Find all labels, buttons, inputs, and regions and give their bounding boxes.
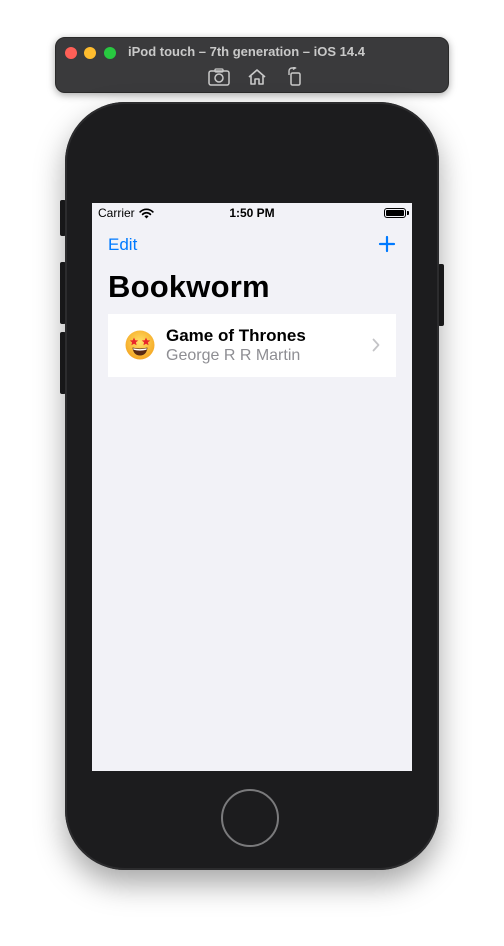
edit-button[interactable]: Edit <box>108 235 137 255</box>
book-title: Game of Thrones <box>166 326 306 345</box>
list-item[interactable]: Game of Thrones George R R Martin <box>108 314 396 377</box>
screenshot-icon[interactable] <box>208 66 230 88</box>
simulator-titlebar: iPod touch – 7th generation – iOS 14.4 <box>55 37 449 93</box>
simulator-title: iPod touch – 7th generation – iOS 14.4 <box>128 44 365 59</box>
home-button[interactable] <box>221 789 279 847</box>
book-list: Game of Thrones George R R Martin <box>108 314 396 377</box>
rotate-icon[interactable] <box>284 66 306 88</box>
device-screen: Carrier 1:50 PM Edit Bookworm Game of Th… <box>92 203 412 771</box>
home-icon[interactable] <box>246 66 268 88</box>
plus-icon[interactable] <box>378 235 396 253</box>
battery-icon <box>384 208 406 218</box>
star-struck-emoji <box>125 330 155 360</box>
stage: iPod touch – 7th generation – iOS 14.4 C… <box>0 0 504 946</box>
status-time: 1:50 PM <box>229 206 275 220</box>
book-author: George R R Martin <box>166 347 301 364</box>
page-title: Bookworm <box>108 269 270 304</box>
chevron-right-icon <box>372 338 380 352</box>
simulator-toolbar <box>208 66 306 88</box>
battery-tip <box>407 211 409 215</box>
minimize-window-button[interactable] <box>84 47 96 59</box>
zoom-window-button[interactable] <box>104 47 116 59</box>
close-window-button[interactable] <box>65 47 77 59</box>
status-bar: Carrier 1:50 PM <box>92 203 412 223</box>
